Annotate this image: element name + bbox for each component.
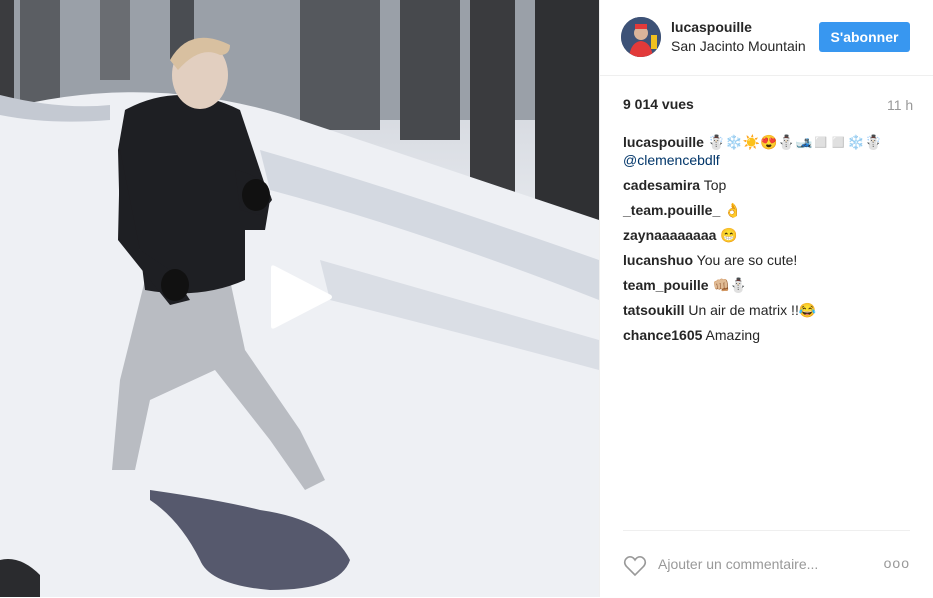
comment-username[interactable]: zaynaaaaaaaa [623, 227, 716, 243]
comment-item: tatsoukill Un air de matrix !!😂 [623, 301, 913, 319]
caption-mention[interactable]: @clemencebdlf [623, 152, 720, 168]
post-username[interactable]: lucaspouille [671, 19, 752, 35]
caption-username[interactable]: lucaspouille [623, 134, 704, 150]
comment-username[interactable]: tatsoukill [623, 302, 684, 318]
caption-text: ☃️❄️☀️😍⛄🎿◻️◻️❄️☃️ [707, 134, 883, 150]
comment-item: cadesamira Top [623, 176, 913, 194]
caption: lucaspouille ☃️❄️☀️😍⛄🎿◻️◻️❄️☃️ @clemence… [623, 133, 913, 169]
comment-username[interactable]: chance1605 [623, 327, 702, 343]
avatar-image [621, 17, 661, 57]
panel-divider [599, 0, 600, 597]
post-location[interactable]: San Jacinto Mountain [671, 38, 811, 54]
comment-text: Amazing [705, 327, 760, 343]
post-footer: Ajouter un commentaire... ooo [623, 530, 910, 598]
like-button[interactable] [623, 555, 647, 577]
avatar[interactable] [621, 17, 661, 57]
comment-item: team_pouille 👊🏼⛄ [623, 276, 913, 294]
comment-text: 👊🏼⛄ [712, 277, 748, 293]
comment-item: lucanshuo You are so cute! [623, 251, 913, 269]
comment-text: Top [703, 177, 727, 193]
comment-text: 👌 [724, 202, 742, 218]
heart-icon [623, 555, 647, 577]
comment-username[interactable]: _team.pouille_ [623, 202, 720, 218]
comment-text: Un air de matrix !!😂 [688, 302, 817, 318]
comment-username[interactable]: team_pouille [623, 277, 709, 293]
add-comment-input[interactable]: Ajouter un commentaire... [658, 556, 818, 572]
more-options-icon[interactable]: ooo [884, 555, 910, 571]
comment-item: chance1605 Amazing [623, 326, 913, 344]
comment-username[interactable]: cadesamira [623, 177, 700, 193]
view-count: 9 014 vues [623, 96, 694, 112]
comment-text: 😁 [720, 227, 738, 243]
play-icon [271, 265, 332, 329]
comment-username[interactable]: lucanshuo [623, 252, 693, 268]
comment-item: _team.pouille_ 👌 [623, 201, 913, 219]
post-video[interactable] [0, 0, 599, 597]
comments-list: lucaspouille ☃️❄️☀️😍⛄🎿◻️◻️❄️☃️ @clemence… [623, 133, 913, 351]
follow-button[interactable]: S'abonner [819, 22, 910, 52]
post-timestamp[interactable]: 11 h [887, 97, 913, 113]
play-button[interactable] [267, 262, 337, 332]
comment-item: zaynaaaaaaaa 😁 [623, 226, 913, 244]
comment-text: You are so cute! [696, 252, 798, 268]
post-header: lucaspouille San Jacinto Mountain S'abon… [600, 0, 933, 76]
